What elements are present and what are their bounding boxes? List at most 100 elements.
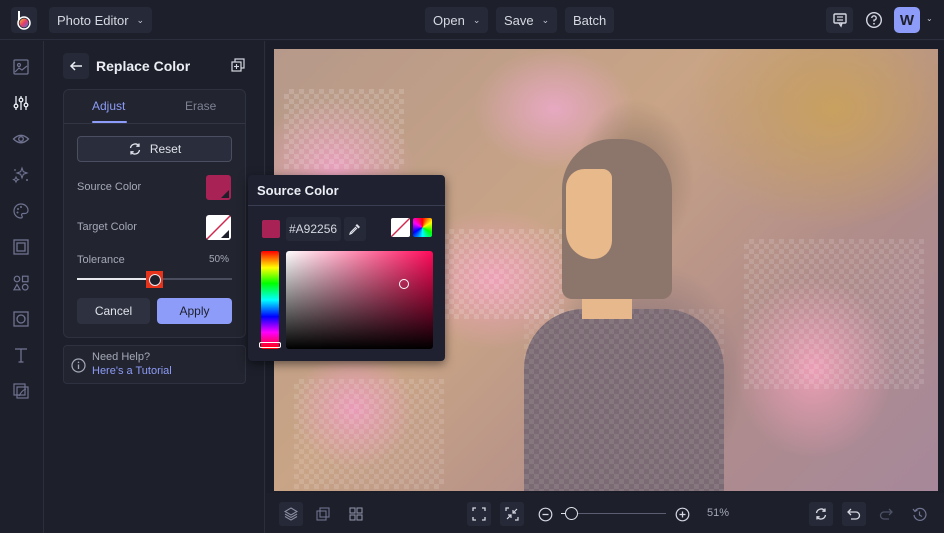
rail-item-artsy[interactable]	[11, 201, 31, 221]
rail-item-graphics[interactable]	[11, 273, 31, 293]
feedback-button[interactable]	[826, 7, 853, 33]
minus-circle-icon	[538, 507, 552, 521]
reset-button[interactable]: Reset	[77, 136, 232, 162]
rail-item-effects[interactable]	[11, 165, 31, 185]
source-color-popover: Source Color	[248, 175, 445, 361]
help-button[interactable]	[860, 7, 887, 33]
chevron-down-icon[interactable]: ⌄	[926, 14, 933, 23]
chat-icon	[832, 13, 847, 28]
photo-editor-menu[interactable]: Photo Editor ⌄	[49, 7, 153, 33]
grid-icon	[349, 507, 363, 521]
chevron-down-icon: ⌄	[472, 14, 481, 25]
open-menu[interactable]: Open ⌄	[425, 7, 489, 33]
open-label: Open	[433, 12, 465, 28]
rail-item-image[interactable]	[11, 57, 31, 77]
top-bar: Photo Editor ⌄ Open ⌄ Save ⌄ Batch W ⌄	[0, 0, 944, 40]
chevron-down-icon: ⌄	[136, 14, 145, 25]
reset-label: Reset	[149, 142, 182, 156]
refresh-icon	[129, 143, 140, 155]
rail-item-textures[interactable]	[11, 381, 31, 401]
photo-editor-label: Photo Editor	[57, 12, 129, 28]
transparent-region	[294, 379, 444, 489]
rail-item-overlays[interactable]	[11, 309, 31, 329]
plus-circle-icon	[675, 507, 689, 521]
tab-erase[interactable]: Erase	[185, 99, 216, 113]
transparent-region	[524, 309, 724, 491]
cancel-button[interactable]: Cancel	[77, 298, 150, 324]
tolerance-value: 50%	[209, 254, 230, 265]
rail-item-touch-up[interactable]	[11, 129, 31, 149]
info-icon	[71, 358, 86, 373]
eyedropper-icon	[349, 224, 360, 235]
undo-icon	[847, 508, 861, 520]
sliders-icon	[13, 96, 29, 110]
layers-button[interactable]	[279, 502, 303, 526]
history-icon	[912, 507, 927, 521]
palette-icon	[13, 203, 29, 219]
no-color-button[interactable]	[391, 218, 410, 237]
bottom-toolbar: 51%	[266, 494, 944, 533]
panel-title: Replace Color	[96, 58, 191, 74]
subject-face	[566, 169, 612, 259]
user-avatar[interactable]: W	[894, 7, 920, 33]
tolerance-label: Tolerance	[77, 254, 125, 266]
hue-slider[interactable]	[261, 251, 279, 349]
tutorial-link[interactable]: Here's a Tutorial	[92, 365, 172, 377]
zoom-percent: 51%	[707, 507, 730, 519]
refresh-icon	[815, 508, 827, 520]
fit-to-screen-button[interactable]	[467, 502, 491, 526]
app-logo[interactable]	[11, 7, 37, 33]
tolerance-slider-thumb[interactable]	[146, 271, 163, 288]
shapes-icon	[12, 275, 29, 291]
target-color-swatch[interactable]	[206, 215, 231, 240]
current-color-swatch	[262, 220, 280, 238]
back-button[interactable]	[63, 53, 89, 79]
layers-copy-icon	[231, 58, 245, 72]
expand-icon	[472, 507, 486, 521]
source-color-swatch[interactable]	[206, 175, 231, 200]
redo-button[interactable]	[875, 502, 897, 526]
hex-input[interactable]	[286, 217, 341, 241]
active-tab-indicator	[92, 121, 127, 123]
tab-adjust[interactable]: Adjust	[92, 99, 125, 113]
color-spectrum-button[interactable]	[413, 218, 432, 237]
rail-item-frames[interactable]	[11, 237, 31, 257]
history-button[interactable]	[908, 502, 930, 526]
no-color-icon	[391, 218, 410, 237]
tool-rail	[0, 41, 44, 533]
overlay-icon	[13, 311, 29, 327]
grid-view-button[interactable]	[345, 502, 367, 526]
saturation-brightness-picker[interactable]	[286, 251, 433, 349]
batch-label: Batch	[573, 12, 607, 28]
rail-item-text[interactable]	[11, 345, 31, 365]
text-icon	[15, 348, 27, 363]
popover-title: Source Color	[257, 183, 339, 198]
hue-slider-handle[interactable]	[259, 342, 281, 349]
apply-button[interactable]: Apply	[157, 298, 232, 324]
target-color-label: Target Color	[77, 221, 137, 233]
corner-indicator-icon	[221, 230, 229, 238]
zoom-out-button[interactable]	[534, 502, 556, 526]
compare-view-button[interactable]	[312, 502, 334, 526]
help-card: Need Help? Here's a Tutorial	[63, 345, 246, 384]
batch-button[interactable]: Batch	[565, 7, 615, 33]
corner-indicator-icon	[221, 190, 229, 198]
eyedropper-button[interactable]	[344, 217, 366, 241]
color-picker-handle[interactable]	[398, 279, 409, 290]
undo-button[interactable]	[842, 502, 866, 526]
tab-bar: Adjust Erase	[64, 90, 245, 124]
eye-icon	[12, 134, 30, 144]
transparent-region	[744, 239, 924, 389]
actual-size-button[interactable]	[500, 502, 524, 526]
replace-color-panel: Replace Color Adjust Erase Reset Source …	[45, 41, 265, 533]
save-menu[interactable]: Save ⌄	[496, 7, 558, 33]
reset-view-button[interactable]	[809, 502, 833, 526]
redo-icon	[879, 508, 893, 520]
shrink-icon	[505, 507, 519, 521]
compare-button[interactable]	[231, 58, 245, 77]
frame-icon	[13, 239, 29, 255]
help-question: Need Help?	[92, 351, 151, 363]
zoom-in-button[interactable]	[671, 502, 693, 526]
zoom-slider-thumb[interactable]	[565, 507, 578, 520]
rail-item-adjustments[interactable]	[11, 93, 31, 113]
